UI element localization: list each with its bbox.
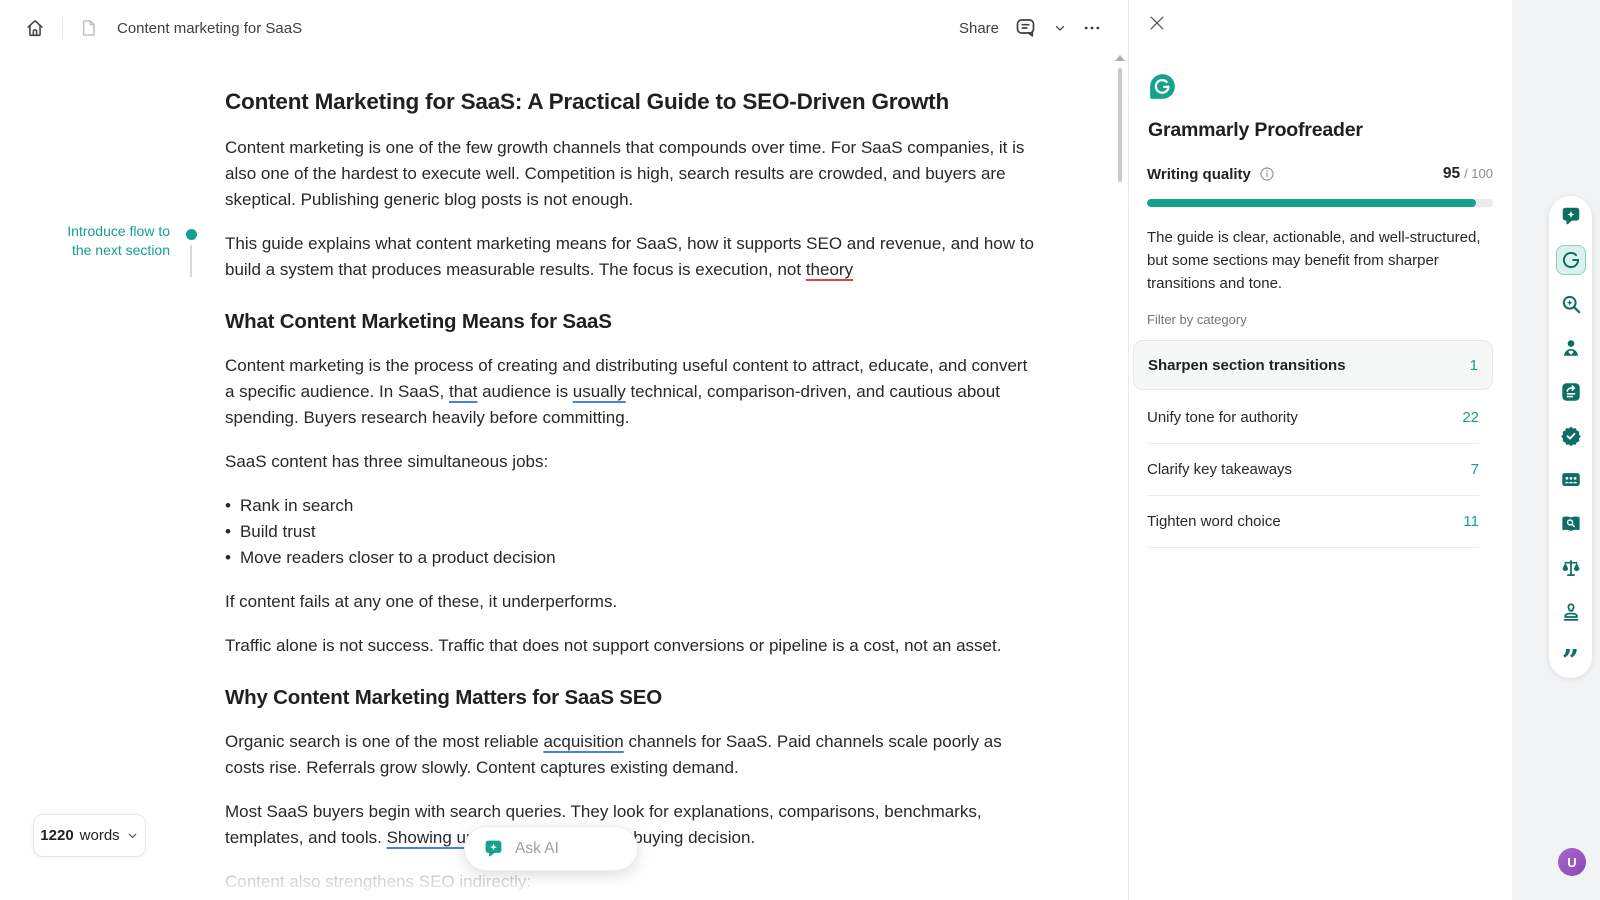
writing-quality-score: 95 / 100 bbox=[1443, 165, 1493, 183]
category-count: 11 bbox=[1463, 513, 1479, 530]
feature-icon-rail: ” bbox=[1549, 196, 1592, 678]
scrollbar-thumb[interactable] bbox=[1118, 68, 1122, 182]
comment-marker-dot[interactable] bbox=[186, 229, 197, 240]
category-label: Clarify key takeaways bbox=[1147, 461, 1292, 478]
category-count: 1 bbox=[1470, 357, 1478, 374]
audience-icon[interactable] bbox=[1560, 469, 1582, 491]
stamp-icon[interactable] bbox=[1560, 601, 1582, 623]
writing-quality-row: Writing quality 95 / 100 bbox=[1147, 165, 1493, 183]
doc-paragraph: Content marketing is one of the few grow… bbox=[225, 135, 1041, 213]
more-options-button[interactable] bbox=[1082, 18, 1102, 38]
word-count-unit: words bbox=[80, 827, 120, 844]
comments-button[interactable] bbox=[1014, 16, 1038, 40]
suggestion-underline-blue[interactable]: acquisition bbox=[543, 732, 623, 751]
quality-progress-bar bbox=[1147, 199, 1493, 207]
enhance-search-icon[interactable] bbox=[1560, 293, 1582, 315]
category-item[interactable]: Unify tone for authority 22 bbox=[1147, 392, 1479, 444]
chevron-down-icon bbox=[1053, 21, 1067, 35]
comments-dropdown-button[interactable] bbox=[1053, 21, 1067, 35]
plagiarism-icon[interactable] bbox=[1560, 513, 1582, 535]
category-label: Unify tone for authority bbox=[1147, 409, 1298, 426]
word-count-value: 1220 bbox=[40, 827, 73, 844]
share-button[interactable]: Share bbox=[959, 20, 999, 37]
doc-paragraph: This guide explains what content marketi… bbox=[225, 231, 1041, 283]
suggestion-underline-red[interactable]: theory bbox=[806, 260, 853, 279]
home-icon bbox=[24, 17, 46, 39]
filter-by-category-label: Filter by category bbox=[1147, 312, 1247, 327]
category-item-selected[interactable]: Sharpen section transitions 1 bbox=[1133, 340, 1493, 390]
suggestion-underline-blue[interactable]: usually bbox=[573, 382, 626, 401]
right-gutter: ” U bbox=[1512, 0, 1600, 900]
doc-bullet-item: Move readers closer to a product decisio… bbox=[225, 545, 1041, 571]
category-count: 7 bbox=[1471, 461, 1479, 478]
rewrite-icon[interactable] bbox=[1560, 381, 1582, 403]
document-area: Content marketing for SaaS Share bbox=[0, 0, 1128, 900]
document-title-breadcrumb[interactable]: Content marketing for SaaS bbox=[117, 20, 302, 37]
doc-bullet-item: Rank in search bbox=[225, 493, 1041, 519]
topbar-left: Content marketing for SaaS bbox=[24, 17, 302, 39]
comment-anchor-line bbox=[190, 245, 192, 277]
category-count: 22 bbox=[1462, 409, 1479, 426]
writing-quality-label: Writing quality bbox=[1147, 166, 1251, 183]
doc-bullet-item: Build trust bbox=[225, 519, 1041, 545]
sidebar-title: Grammarly Proofreader bbox=[1148, 119, 1363, 142]
quality-summary: The guide is clear, actionable, and well… bbox=[1147, 226, 1503, 295]
category-label: Sharpen section transitions bbox=[1148, 357, 1346, 374]
info-icon[interactable] bbox=[1259, 166, 1275, 182]
citations-icon[interactable]: ” bbox=[1560, 645, 1582, 667]
comment-icon bbox=[1014, 16, 1038, 40]
doc-paragraph: Organic search is one of the most reliab… bbox=[225, 729, 1041, 781]
ask-ai-icon bbox=[483, 838, 504, 859]
close-sidebar-button[interactable] bbox=[1147, 13, 1167, 33]
personalize-voice-icon[interactable] bbox=[1560, 337, 1582, 359]
home-button[interactable] bbox=[24, 17, 46, 39]
ask-ai-label: Ask AI bbox=[515, 840, 559, 858]
doc-heading-2-seo: Why Content Marketing Matters for SaaS S… bbox=[225, 685, 1041, 711]
category-item[interactable]: Tighten word choice 11 bbox=[1147, 496, 1479, 548]
scrollbar-up-arrow[interactable] bbox=[1115, 55, 1125, 61]
ai-chat-icon[interactable] bbox=[1560, 205, 1582, 227]
score-max: / 100 bbox=[1464, 166, 1493, 181]
score-value: 95 bbox=[1443, 165, 1460, 183]
topbar: Content marketing for SaaS Share bbox=[0, 0, 1128, 56]
proofreader-sidebar: Grammarly Proofreader Writing quality 95… bbox=[1128, 0, 1512, 900]
ask-ai-button[interactable]: Ask AI bbox=[464, 826, 638, 871]
topbar-divider bbox=[62, 17, 63, 39]
document-type-icon bbox=[79, 18, 99, 38]
more-dots-icon bbox=[1082, 18, 1102, 38]
doc-paragraph: If content fails at any one of these, it… bbox=[225, 589, 1041, 615]
user-avatar[interactable]: U bbox=[1558, 848, 1586, 876]
word-count-button[interactable]: 1220 words bbox=[33, 814, 146, 857]
close-icon bbox=[1147, 13, 1167, 33]
doc-paragraph: Content marketing is the process of crea… bbox=[225, 353, 1041, 431]
document-content: Content Marketing for SaaS: A Practical … bbox=[225, 88, 1041, 900]
grammarly-review-icon[interactable] bbox=[1556, 245, 1586, 275]
chevron-down-icon bbox=[126, 829, 139, 842]
doc-paragraph: SaaS content has three simultaneous jobs… bbox=[225, 449, 1041, 475]
margin-comment[interactable]: Introduce flow to the next section bbox=[52, 222, 170, 260]
grammarly-logo-icon bbox=[1149, 73, 1176, 100]
topbar-right: Share bbox=[959, 16, 1102, 40]
category-label: Tighten word choice bbox=[1147, 513, 1281, 530]
doc-paragraph: Traffic alone is not success. Traffic th… bbox=[225, 633, 1041, 659]
category-item[interactable]: Clarify key takeaways 7 bbox=[1147, 444, 1479, 496]
doc-heading-2-means: What Content Marketing Means for SaaS bbox=[225, 309, 1041, 335]
doc-heading-1: Content Marketing for SaaS: A Practical … bbox=[225, 88, 1041, 116]
suggestion-underline-blue[interactable]: that bbox=[449, 382, 477, 401]
doc-paragraph-faded: Content also strengthens SEO indirectly: bbox=[225, 869, 1041, 895]
doc-bullet-list: Rank in search Build trust Move readers … bbox=[225, 493, 1041, 571]
app-window: Content marketing for SaaS Share bbox=[0, 0, 1600, 900]
quality-progress-fill bbox=[1147, 199, 1476, 207]
checks-badge-icon[interactable] bbox=[1560, 425, 1582, 447]
tone-balance-icon[interactable] bbox=[1560, 557, 1582, 579]
